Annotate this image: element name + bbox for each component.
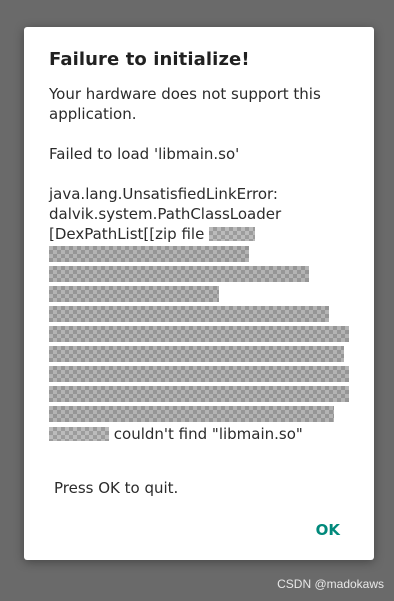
hardware-message-line2: application. [49,105,137,123]
redacted-line [49,364,349,384]
exception-last-line: couldn't find "libmain.so" [49,424,349,444]
redacted-line [49,344,349,364]
load-error-text: Failed to load 'libmain.so' [49,145,240,163]
exception-last-line-text: couldn't find "libmain.so" [113,425,303,443]
redacted-line [49,244,349,264]
exception-line3-text: [DexPathList[[zip file [49,225,205,243]
redacted-text [209,227,256,241]
exception-line1: java.lang.UnsatisfiedLinkError: [49,185,278,203]
ok-button[interactable]: OK [312,519,344,541]
redacted-text [49,427,109,441]
exception-line2: dalvik.system.PathClassLoader [49,205,282,223]
redacted-line [49,284,349,304]
hardware-message-line1: Your hardware does not support this [49,85,321,103]
error-dialog: Failure to initialize! Your hardware doe… [24,27,374,560]
dialog-title: Failure to initialize! [49,49,250,70]
redacted-line [49,384,349,404]
redacted-line [49,264,349,284]
redacted-line [49,324,349,344]
exception-line3: [DexPathList[[zip file [49,224,349,244]
watermark: CSDN @madokaws [277,577,384,591]
redacted-line [49,304,349,324]
redacted-line [49,404,349,424]
quit-message: Press OK to quit. [54,479,179,497]
dialog-message: Your hardware does not support this appl… [49,84,349,444]
